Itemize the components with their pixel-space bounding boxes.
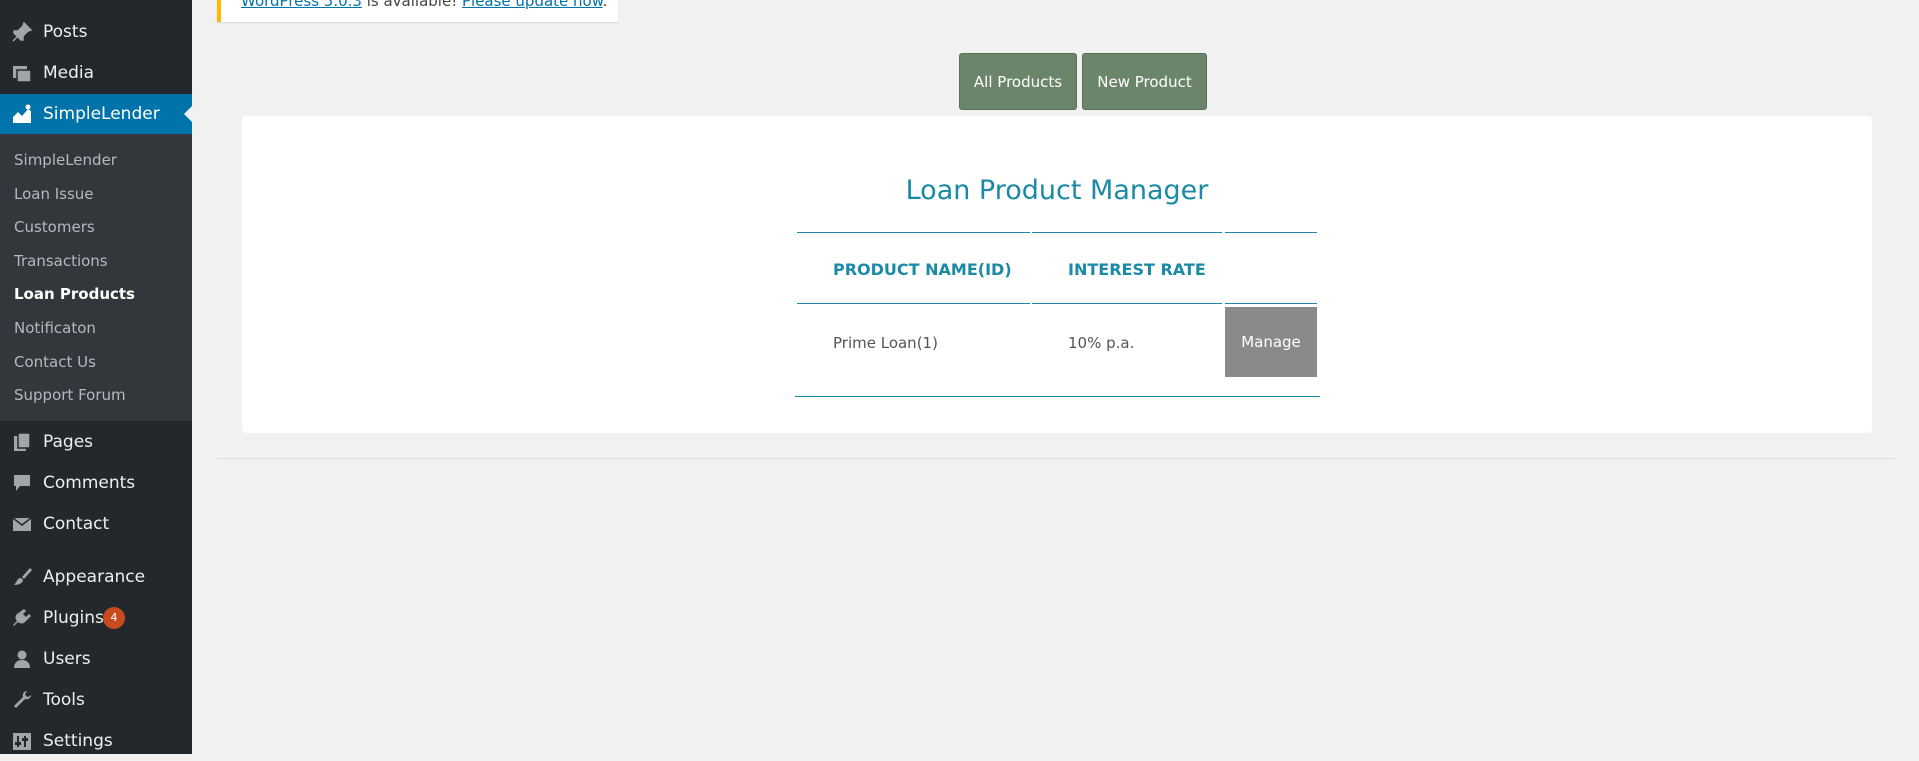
menu-contact[interactable]: Contact [0, 504, 192, 544]
submenu-notification[interactable]: Notificaton [14, 316, 96, 340]
pin-icon [10, 20, 34, 44]
menu-plugins-label: Plugins [43, 608, 104, 628]
menu-plugins[interactable]: Plugins 4 [0, 598, 192, 638]
update-now-link[interactable]: Please update now [462, 0, 603, 10]
submenu-customers[interactable]: Customers [14, 215, 95, 239]
menu-comments-label: Comments [43, 473, 136, 493]
product-name-cell: Prime Loan(1) [833, 334, 938, 352]
wordpress-version-link[interactable]: WordPress 5.0.3 [241, 0, 362, 10]
column-header-interest-rate: INTEREST RATE [1068, 260, 1206, 279]
menu-simplelender[interactable]: SimpleLender [0, 94, 192, 134]
submenu-simplelender[interactable]: SimpleLender [14, 148, 117, 172]
notice-text: is available! [361, 0, 462, 10]
menu-users-label: Users [43, 649, 91, 669]
plugin-icon [10, 606, 34, 630]
notice-end: . [602, 0, 608, 10]
table-divider [1032, 232, 1222, 233]
menu-media[interactable]: Media [0, 53, 192, 93]
footer-divider [217, 458, 1895, 459]
page-title: Loan Product Manager [905, 175, 1209, 206]
menu-contact-label: Contact [43, 514, 110, 534]
simplelender-submenu: SimpleLender Loan Issue Customers Transa… [0, 134, 192, 421]
submenu-loan-issue[interactable]: Loan Issue [14, 182, 94, 206]
table-divider [1225, 232, 1317, 233]
menu-simplelender-label: SimpleLender [43, 104, 160, 124]
menu-tools-label: Tools [43, 690, 85, 710]
admin-sidebar: Posts Media SimpleLender SimpleLender Lo… [0, 0, 192, 754]
mail-icon [10, 512, 34, 536]
table-divider [797, 303, 1030, 304]
settings-icon [10, 729, 34, 753]
menu-tools[interactable]: Tools [0, 680, 192, 720]
submenu-transactions[interactable]: Transactions [14, 249, 108, 273]
menu-posts[interactable]: Posts [0, 12, 192, 52]
menu-users[interactable]: Users [0, 639, 192, 679]
submenu-loan-products[interactable]: Loan Products [14, 282, 135, 306]
table-divider [1225, 303, 1317, 304]
menu-comments[interactable]: Comments [0, 463, 192, 503]
menu-appearance[interactable]: Appearance [0, 557, 192, 597]
menu-pages-label: Pages [43, 432, 94, 452]
manage-button[interactable]: Manage [1225, 307, 1317, 377]
menu-settings-label: Settings [43, 731, 113, 751]
update-count-badge: 4 [103, 607, 125, 629]
media-icon [10, 61, 34, 85]
interest-rate-cell: 10% p.a. [1068, 334, 1135, 352]
comment-icon [10, 471, 34, 495]
chart-icon [10, 102, 34, 126]
loan-product-panel: Loan Product Manager PRODUCT NAME(ID) IN… [242, 116, 1872, 433]
submenu-contact-us[interactable]: Contact Us [14, 350, 96, 374]
pages-icon [10, 430, 34, 454]
menu-appearance-label: Appearance [43, 567, 146, 587]
menu-posts-label: Posts [43, 22, 88, 42]
wrench-icon [10, 688, 34, 712]
all-products-button[interactable]: All Products [959, 53, 1077, 110]
user-icon [10, 647, 34, 671]
brush-icon [10, 565, 34, 589]
menu-settings[interactable]: Settings [0, 721, 192, 761]
menu-pages[interactable]: Pages [0, 422, 192, 462]
table-divider [797, 232, 1030, 233]
update-notice: WordPress 5.0.3 is available! Please upd… [217, 0, 618, 22]
table-divider [1032, 303, 1222, 304]
column-header-product-name: PRODUCT NAME(ID) [833, 260, 1012, 279]
table-divider [795, 396, 1320, 397]
submenu-support-forum[interactable]: Support Forum [14, 383, 126, 407]
menu-media-label: Media [43, 63, 95, 83]
new-product-button[interactable]: New Product [1082, 53, 1207, 110]
